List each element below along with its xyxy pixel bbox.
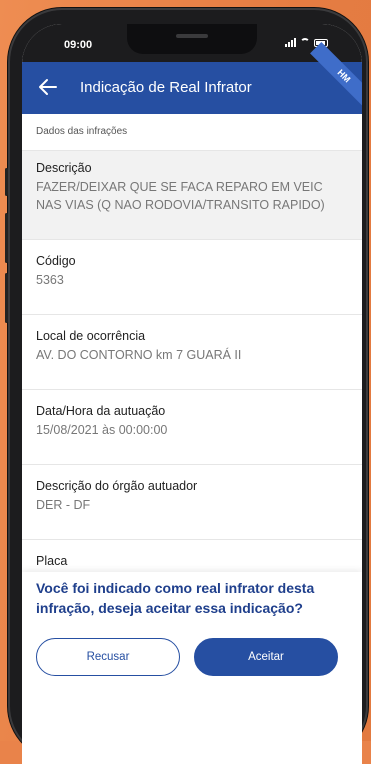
field-descricao: Descrição FAZER/DEIXAR QUE SE FACA REPAR…	[22, 151, 362, 240]
field-codigo: Código 5363	[22, 240, 362, 315]
side-button-volume-down	[5, 273, 8, 323]
field-label: Descrição	[36, 161, 92, 175]
back-arrow-icon[interactable]	[36, 75, 60, 99]
phone-screen: 09:00 Indicação de Real Infrator HM Dado…	[22, 24, 362, 764]
notch	[127, 24, 257, 54]
field-data-hora: Data/Hora da autuação 15/08/2021 às 00:0…	[22, 390, 362, 465]
infraction-details: Dados das infrações Descrição FAZER/DEIX…	[22, 114, 362, 591]
signal-icon	[285, 38, 296, 47]
side-button-mute	[5, 168, 8, 196]
accept-button[interactable]: Aceitar	[194, 638, 338, 676]
confirmation-sheet: Você foi indicado como real infrator des…	[22, 572, 362, 764]
status-time: 09:00	[64, 39, 93, 51]
app-bar: Indicação de Real Infrator HM	[22, 42, 362, 114]
field-local-ocorrencia: Local de ocorrência AV. DO CONTORNO km 7…	[22, 315, 362, 390]
field-label: Data/Hora da autuação	[36, 404, 166, 418]
field-value: FAZER/DEIXAR QUE SE FACA REPARO EM VEIC …	[36, 180, 325, 212]
field-value: 5363	[36, 273, 64, 287]
field-label: Local de ocorrência	[36, 329, 146, 343]
section-title: Dados das infrações	[22, 114, 362, 151]
field-label: Placa	[36, 554, 68, 568]
status-bar: 09:00	[22, 24, 362, 62]
field-value: DER - DF	[36, 498, 91, 512]
page-title: Indicação de Real Infrator	[80, 79, 252, 96]
field-value: 15/08/2021 às 00:00:00	[36, 423, 168, 437]
speaker	[176, 34, 208, 38]
field-label: Descrição do órgão autuador	[36, 479, 198, 493]
field-orgao-autuador: Descrição do órgão autuador DER - DF	[22, 465, 362, 540]
refuse-button[interactable]: Recusar	[36, 638, 180, 676]
side-button-volume-up	[5, 213, 8, 263]
field-label: Código	[36, 254, 76, 268]
wifi-icon	[300, 38, 310, 47]
confirmation-question: Você foi indicado como real infrator des…	[36, 580, 315, 616]
field-value: AV. DO CONTORNO km 7 GUARÁ II	[36, 348, 242, 362]
